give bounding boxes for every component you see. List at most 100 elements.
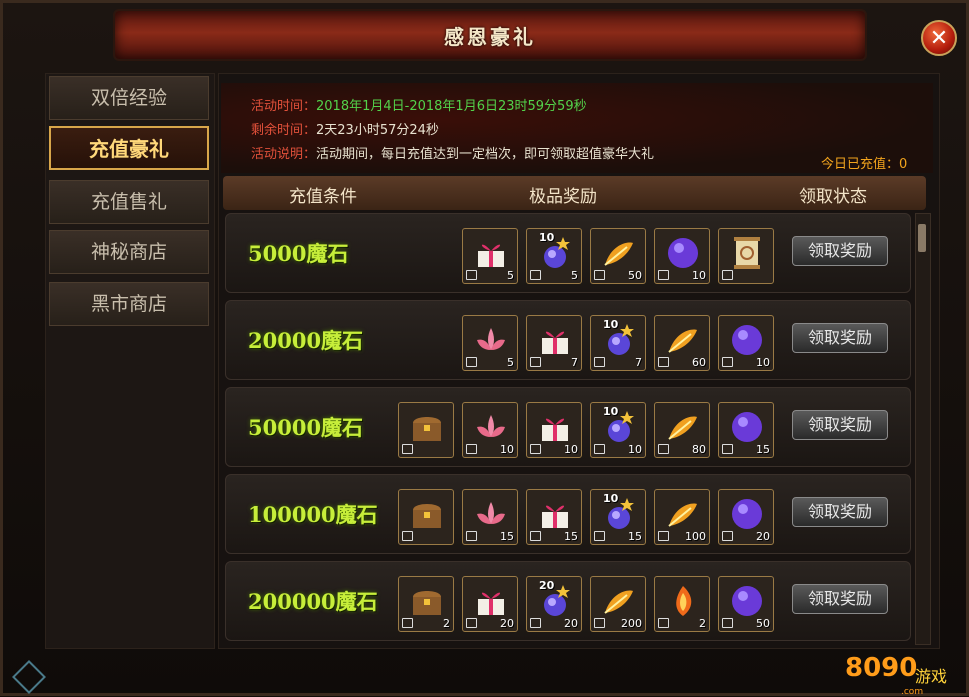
gift-box-icon — [537, 496, 573, 532]
item-badge: 10 — [603, 318, 619, 331]
lock-icon — [658, 444, 669, 454]
reward-row: 5000魔石 5 10 5 50 10 领取奖励 — [225, 213, 911, 293]
lock-icon — [466, 357, 477, 367]
item-count: 10 — [500, 443, 514, 456]
today-label: 今日已充值： — [821, 157, 900, 172]
reward-slot[interactable]: 10 15 — [590, 489, 646, 545]
row-condition: 20000魔石 — [248, 328, 364, 353]
lock-icon — [530, 357, 541, 367]
item-count: 20 — [500, 617, 514, 630]
reward-slot[interactable]: 10 5 — [526, 228, 582, 284]
item-count: 5 — [571, 269, 578, 282]
lock-icon — [722, 357, 733, 367]
reward-slot[interactable]: 20 — [718, 489, 774, 545]
reward-slot[interactable]: 15 — [462, 489, 518, 545]
lock-icon — [594, 618, 605, 628]
feather-icon — [601, 235, 637, 271]
reward-row: 200000魔石 2 20 20 20 200 2 50 领取奖励 — [225, 561, 911, 641]
tab-recharge-sale[interactable]: 充值售礼 — [49, 180, 209, 224]
item-count: 10 — [692, 269, 706, 282]
lock-icon — [722, 270, 733, 280]
row-condition: 5000魔石 — [248, 241, 349, 266]
lock-icon — [722, 531, 733, 541]
reward-slot[interactable]: 7 — [526, 315, 582, 371]
lock-icon — [530, 270, 541, 280]
item-count: 2 — [699, 617, 706, 630]
reward-slot[interactable]: 50 — [718, 576, 774, 632]
reward-slot[interactable]: 60 — [654, 315, 710, 371]
watermark-logo: 8090 — [845, 653, 918, 683]
item-badge: 10 — [603, 405, 619, 418]
item-count: 100 — [685, 530, 706, 543]
reward-slot[interactable]: 80 — [654, 402, 710, 458]
reward-slot[interactable] — [398, 402, 454, 458]
reward-slot[interactable]: 2 — [654, 576, 710, 632]
reward-slot[interactable]: 10 — [718, 315, 774, 371]
tab-double-exp[interactable]: 双倍经验 — [49, 76, 209, 120]
exp-orb-icon — [729, 322, 765, 358]
corner-ornament-icon — [12, 660, 46, 694]
tab-mystery-shop[interactable]: 神秘商店 — [49, 230, 209, 274]
watermark-text: 游戏 — [915, 667, 948, 686]
reward-slot[interactable]: 10 — [526, 402, 582, 458]
reward-slot[interactable]: 15 — [718, 402, 774, 458]
lock-icon — [658, 618, 669, 628]
lock-icon — [530, 444, 541, 454]
flame-feather-icon — [665, 583, 701, 619]
scrollbar-thumb[interactable] — [918, 224, 926, 252]
row-condition: 50000魔石 — [248, 415, 364, 440]
reward-slot[interactable] — [398, 489, 454, 545]
treasure-chest-icon — [409, 409, 445, 445]
item-count: 60 — [692, 356, 706, 369]
reward-slot[interactable]: 200 — [590, 576, 646, 632]
reward-slot[interactable]: 10 7 — [590, 315, 646, 371]
reward-slot[interactable]: 5 — [462, 228, 518, 284]
item-count: 15 — [500, 530, 514, 543]
tab-recharge-gift[interactable]: 充值豪礼 — [49, 126, 209, 170]
reward-slot[interactable]: 50 — [590, 228, 646, 284]
remain-value: 2天23小时57分24秒 — [316, 123, 439, 138]
gift-box-icon — [537, 409, 573, 445]
reward-slot[interactable]: 10 — [462, 402, 518, 458]
time-value: 2018年1月4日-2018年1月6日23时59分59秒 — [316, 99, 587, 114]
reward-slot[interactable] — [718, 228, 774, 284]
lock-icon — [466, 270, 477, 280]
reward-slot[interactable]: 20 — [462, 576, 518, 632]
scrollbar[interactable] — [915, 213, 931, 645]
treasure-chest-icon — [409, 583, 445, 619]
title-bar: 感恩豪礼 — [113, 9, 867, 61]
claim-reward-button[interactable]: 领取奖励 — [792, 236, 888, 266]
remain-label: 剩余时间： — [251, 123, 317, 138]
item-count: 10 — [564, 443, 578, 456]
item-count: 7 — [571, 356, 578, 369]
tab-black-market[interactable]: 黑市商店 — [49, 282, 209, 326]
reward-list: 5000魔石 5 10 5 50 10 领取奖励 20000魔石 5 7 10 7 60 10 领取奖励 50… — [225, 213, 913, 643]
reward-slot[interactable]: 10 10 — [590, 402, 646, 458]
claim-reward-button[interactable]: 领取奖励 — [792, 323, 888, 353]
reward-slot[interactable]: 5 — [462, 315, 518, 371]
feather-icon — [665, 496, 701, 532]
reward-slot[interactable]: 2 — [398, 576, 454, 632]
exp-orb-icon — [729, 583, 765, 619]
desc-label: 活动说明： — [251, 147, 317, 162]
reward-slot[interactable]: 10 — [654, 228, 710, 284]
claim-reward-button[interactable]: 领取奖励 — [792, 584, 888, 614]
gift-box-icon — [473, 583, 509, 619]
window-title: 感恩豪礼 — [444, 25, 536, 49]
item-badge: 10 — [603, 492, 619, 505]
item-count: 2 — [443, 617, 450, 630]
claim-reward-button[interactable]: 领取奖励 — [792, 497, 888, 527]
reward-slot[interactable]: 20 20 — [526, 576, 582, 632]
reward-slot[interactable]: 100 — [654, 489, 710, 545]
reward-slot[interactable]: 15 — [526, 489, 582, 545]
table-header: 充值条件 极品奖励 领取状态 — [223, 176, 926, 210]
lock-icon — [402, 531, 413, 541]
item-count: 5 — [507, 269, 514, 282]
claim-reward-button[interactable]: 领取奖励 — [792, 410, 888, 440]
lock-icon — [594, 531, 605, 541]
lock-icon — [466, 444, 477, 454]
lock-icon — [722, 444, 733, 454]
close-button[interactable]: ✕ — [921, 20, 957, 56]
sidebar: 双倍经验 充值豪礼 充值售礼 神秘商店 黑市商店 — [45, 73, 215, 649]
exp-orb-icon — [665, 235, 701, 271]
